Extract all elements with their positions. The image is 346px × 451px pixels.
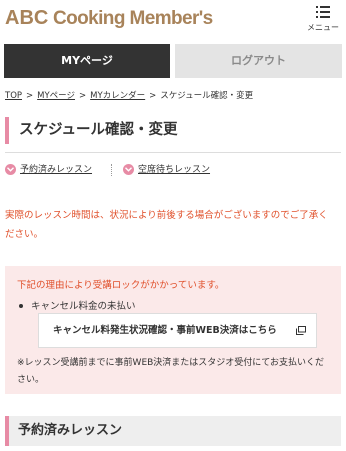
anchor-waitlist-lessons[interactable]: 空席待ちレッスン [123,162,210,178]
main-tabs: MYページ ログアウト [4,44,342,78]
anchor-label: 空席待ちレッスン [138,165,211,175]
lock-reason-item: キャンセル料金の未払い [19,298,136,312]
bullet-icon [19,303,23,308]
lock-alert-box: 下記の理由により受講ロックがかかっています。 キャンセル料金の未払い キャンセル… [5,266,341,394]
breadcrumb-current: スケジュール確認・変更 [160,91,254,101]
tab-logout[interactable]: ログアウト [175,44,342,78]
menu-button[interactable]: メニュー [306,4,340,34]
tab-mypage[interactable]: MYページ [4,44,170,78]
menu-label: メニュー [307,23,339,32]
site-header: ABC Cooking Member's メニュー [0,0,346,38]
page-title: スケジュール確認・変更 [5,117,341,144]
lock-reason-text: キャンセル料金の未払い [31,301,136,312]
anchor-divider [111,164,112,176]
logo-prefix: ABC [5,7,49,29]
cancel-fee-payment-button[interactable]: キャンセル料発生状況確認・事前WEB決済はこちら [38,313,317,348]
logo-text: Cooking Member's [53,8,213,29]
site-logo[interactable]: ABC Cooking Member's [5,7,213,30]
anchor-reserved-lessons[interactable]: 予約済みレッスン [5,162,92,178]
breadcrumb-separator: > [79,91,87,101]
chevron-down-circle-icon [5,164,16,175]
breadcrumb-mypage[interactable]: MYページ [37,91,75,101]
chevron-down-circle-icon [123,164,134,175]
breadcrumb: TOP > MYページ > MYカレンダー > スケジュール確認・変更 [5,89,253,101]
breadcrumb-top[interactable]: TOP [5,91,22,101]
anchor-label: 予約済みレッスン [20,165,93,175]
breadcrumb-separator: > [149,91,157,101]
title-divider [5,152,341,153]
cancel-fee-button-label: キャンセル料発生状況確認・事前WEB決済はこちら [53,325,277,336]
payment-note: ※レッスン受講前までに事前WEB決済またはスタジオ受付にてお支払いください。 [17,358,325,385]
breadcrumb-separator: > [26,91,34,101]
lock-alert-title: 下記の理由により受講ロックがかかっています。 [17,280,225,291]
lesson-time-notice: 実際のレッスン時間は、状況により前後する場合がございますのでご了承ください。 [5,210,328,240]
reserved-lessons-heading: 予約済みレッスン [5,416,341,446]
breadcrumb-mycalendar[interactable]: MYカレンダー [90,91,145,101]
external-window-icon [296,326,306,335]
menu-icon [316,6,330,18]
